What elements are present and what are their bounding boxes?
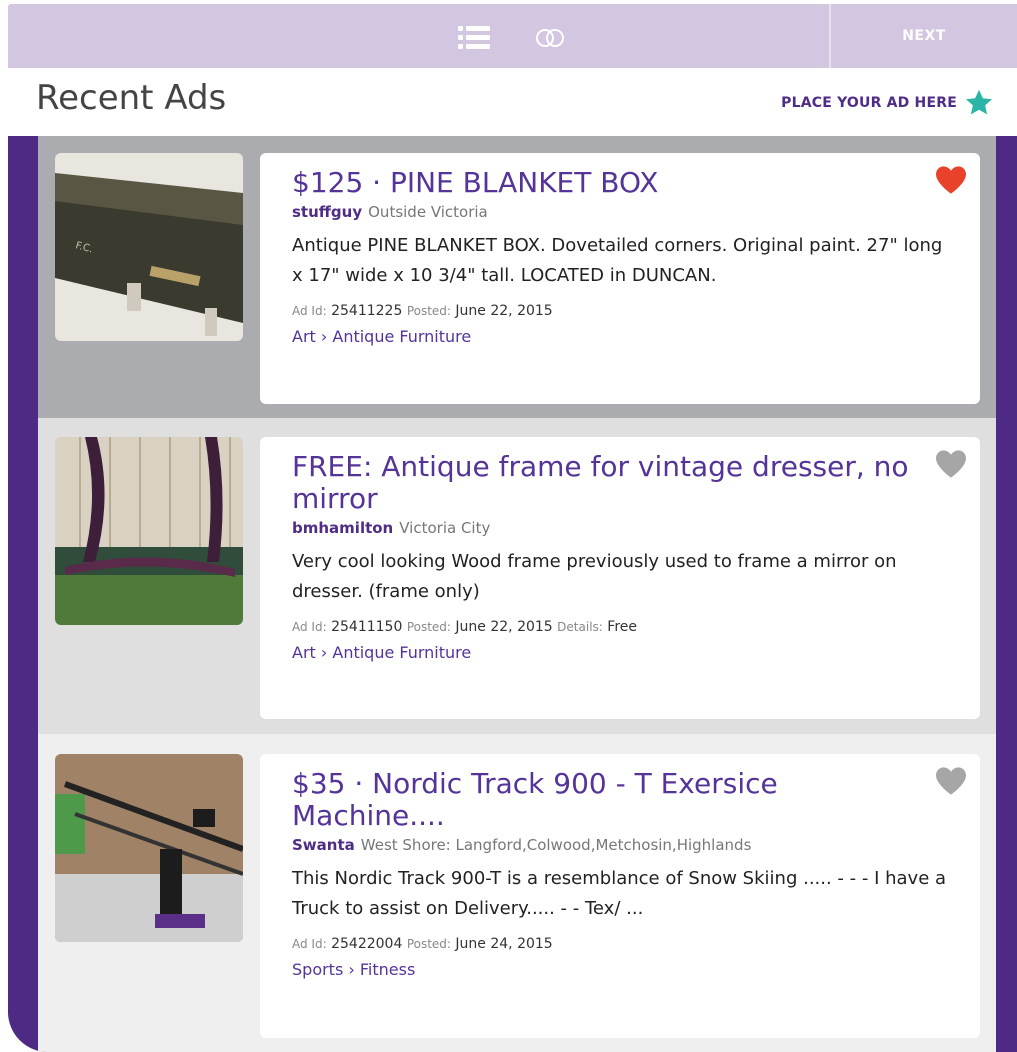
ad-category[interactable]: Art › Antique Furniture bbox=[292, 643, 980, 662]
ad-id-label: Ad Id: bbox=[292, 304, 327, 318]
ad-info: Ad Id: 25422004 Posted: June 24, 2015 bbox=[292, 936, 980, 952]
ad-id-label: Ad Id: bbox=[292, 620, 327, 634]
posted-date: June 22, 2015 bbox=[455, 303, 553, 319]
ad-user[interactable]: Swanta bbox=[292, 836, 355, 854]
top-toolbar: NEXT bbox=[8, 4, 1017, 68]
heart-icon[interactable] bbox=[934, 165, 968, 195]
place-ad-label: PLACE YOUR AD HERE bbox=[781, 95, 957, 111]
page-title: Recent Ads bbox=[36, 78, 227, 118]
ad-meta: stuffguy Outside Victoria bbox=[292, 203, 980, 221]
posted-label: Posted: bbox=[406, 937, 451, 951]
view-switcher bbox=[458, 22, 570, 52]
ad-location: West Shore: Langford,Colwood,Metchosin,H… bbox=[360, 836, 752, 854]
ads-list: F.C. $125 · PINE BLANKET BOX stuffguy Out… bbox=[8, 136, 1017, 1052]
ad-user[interactable]: stuffguy bbox=[292, 203, 362, 221]
ad-user[interactable]: bmhamilton bbox=[292, 519, 393, 537]
ad-location: Outside Victoria bbox=[368, 203, 488, 221]
details-label: Details: bbox=[557, 620, 603, 634]
ad-info: Ad Id: 25411225 Posted: June 22, 2015 bbox=[292, 303, 980, 319]
ad-thumbnail[interactable] bbox=[55, 754, 243, 942]
ad-id-label: Ad Id: bbox=[292, 937, 327, 951]
posted-date: June 22, 2015 bbox=[455, 619, 553, 635]
list-view-icon[interactable] bbox=[458, 25, 490, 49]
heart-icon[interactable] bbox=[934, 449, 968, 479]
ad-id: 25422004 bbox=[331, 936, 403, 952]
ad-meta: bmhamilton Victoria City bbox=[292, 519, 980, 537]
ad-id: 25411150 bbox=[331, 619, 403, 635]
ad-category[interactable]: Sports › Fitness bbox=[292, 960, 980, 979]
star-icon bbox=[966, 89, 992, 115]
ad-location: Victoria City bbox=[399, 519, 491, 537]
posted-date: June 24, 2015 bbox=[455, 936, 553, 952]
ad-description: Very cool looking Wood frame previously … bbox=[292, 551, 897, 602]
ad-card[interactable]: $125 · PINE BLANKET BOX stuffguy Outside … bbox=[260, 153, 980, 404]
ad-category[interactable]: Art › Antique Furniture bbox=[292, 327, 980, 346]
list-item[interactable]: $35 · Nordic Track 900 - T Exersice Mach… bbox=[38, 734, 996, 1052]
ad-meta: Swanta West Shore: Langford,Colwood,Metch… bbox=[292, 836, 980, 854]
ad-card[interactable]: FREE: Antique frame for vintage dresser,… bbox=[260, 437, 980, 719]
place-ad-button[interactable]: PLACE YOUR AD HERE bbox=[781, 88, 995, 118]
ad-description: Antique PINE BLANKET BOX. Dovetailed cor… bbox=[292, 235, 943, 286]
ad-title[interactable]: FREE: Antique frame for vintage dresser,… bbox=[292, 451, 922, 515]
ad-title[interactable]: $125 · PINE BLANKET BOX bbox=[292, 167, 922, 199]
details-value: Free bbox=[607, 619, 637, 635]
ad-description: This Nordic Track 900-T is a resemblance… bbox=[292, 868, 947, 919]
heart-icon[interactable] bbox=[934, 766, 968, 796]
ad-card[interactable]: $35 · Nordic Track 900 - T Exersice Mach… bbox=[260, 754, 980, 1038]
list-item[interactable]: F.C. $125 · PINE BLANKET BOX stuffguy Out… bbox=[38, 136, 996, 418]
posted-label: Posted: bbox=[406, 620, 451, 634]
toggle-view-icon[interactable] bbox=[532, 25, 570, 49]
ad-info: Ad Id: 25411150 Posted: June 22, 2015 De… bbox=[292, 619, 980, 635]
posted-label: Posted: bbox=[406, 304, 451, 318]
next-button[interactable]: NEXT bbox=[831, 4, 1017, 68]
list-item[interactable]: FREE: Antique frame for vintage dresser,… bbox=[38, 418, 996, 734]
ad-thumbnail[interactable] bbox=[55, 437, 243, 625]
ad-id: 25411225 bbox=[331, 303, 403, 319]
ad-thumbnail[interactable]: F.C. bbox=[55, 153, 243, 341]
ad-title[interactable]: $35 · Nordic Track 900 - T Exersice Mach… bbox=[292, 768, 922, 832]
